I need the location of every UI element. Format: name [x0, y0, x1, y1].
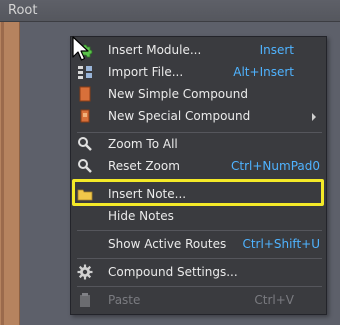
menu-item-label: Hide Notes [108, 209, 174, 223]
submenu-arrow-icon [312, 113, 316, 121]
menu-item-reset-zoom[interactable]: Reset Zoom Ctrl+NumPad0 [71, 155, 326, 177]
menu-item-label: Zoom To All [108, 137, 178, 151]
menu-item-hide-notes[interactable]: Hide Notes [71, 205, 326, 227]
magnifier-icon [78, 159, 92, 173]
mouse-cursor-icon [72, 36, 89, 61]
menu-item-show-active-routes[interactable]: Show Active Routes Ctrl+Shift+U [71, 233, 326, 255]
paste-icon [80, 293, 90, 307]
menu-item-label: Import File... [108, 65, 184, 79]
menu-item-label: Insert Module... [108, 43, 202, 57]
menu-item-paste: Paste Ctrl+V [71, 289, 326, 311]
menu-item-label: Insert Note... [108, 187, 187, 201]
menu-item-label: New Special Compound [108, 109, 251, 123]
menu-separator [77, 286, 322, 287]
import-file-icon [78, 66, 92, 79]
menu-item-label: New Simple Compound [108, 87, 248, 101]
menu-item-shortcut: Ctrl+V [254, 293, 294, 307]
special-compound-icon [80, 109, 90, 123]
simple-compound-icon [79, 86, 91, 102]
left-strip-inner [1, 22, 4, 325]
folder-icon [77, 189, 93, 201]
menu-item-label: Compound Settings... [108, 265, 238, 279]
menu-item-new-special-compound[interactable]: New Special Compound [71, 105, 326, 127]
context-menu: Insert Module... Insert Import File... A… [70, 36, 327, 315]
header-bar: Root [0, 0, 340, 22]
menu-separator [77, 181, 322, 182]
magnifier-icon [78, 137, 92, 151]
menu-item-label: Paste [108, 293, 141, 307]
menu-item-insert-note[interactable]: Insert Note... [71, 183, 326, 205]
menu-item-import-file[interactable]: Import File... Alt+Insert [71, 61, 326, 83]
menu-item-shortcut: Insert [259, 43, 294, 57]
menu-item-shortcut: Ctrl+Shift+U [242, 237, 320, 251]
menu-item-compound-settings[interactable]: Compound Settings... [71, 261, 326, 283]
menu-item-shortcut: Alt+Insert [233, 65, 294, 79]
header-title: Root [8, 3, 38, 18]
menu-item-label: Reset Zoom [108, 159, 180, 173]
gear-icon [77, 264, 93, 280]
menu-separator [77, 258, 322, 259]
menu-item-shortcut: Ctrl+NumPad0 [231, 159, 320, 173]
menu-item-label: Show Active Routes [108, 237, 227, 251]
left-strip [0, 22, 20, 325]
menu-item-insert-module[interactable]: Insert Module... Insert [71, 39, 326, 61]
menu-separator [77, 230, 322, 231]
menu-item-zoom-to-all[interactable]: Zoom To All [71, 133, 326, 155]
menu-item-new-simple-compound[interactable]: New Simple Compound [71, 83, 326, 105]
